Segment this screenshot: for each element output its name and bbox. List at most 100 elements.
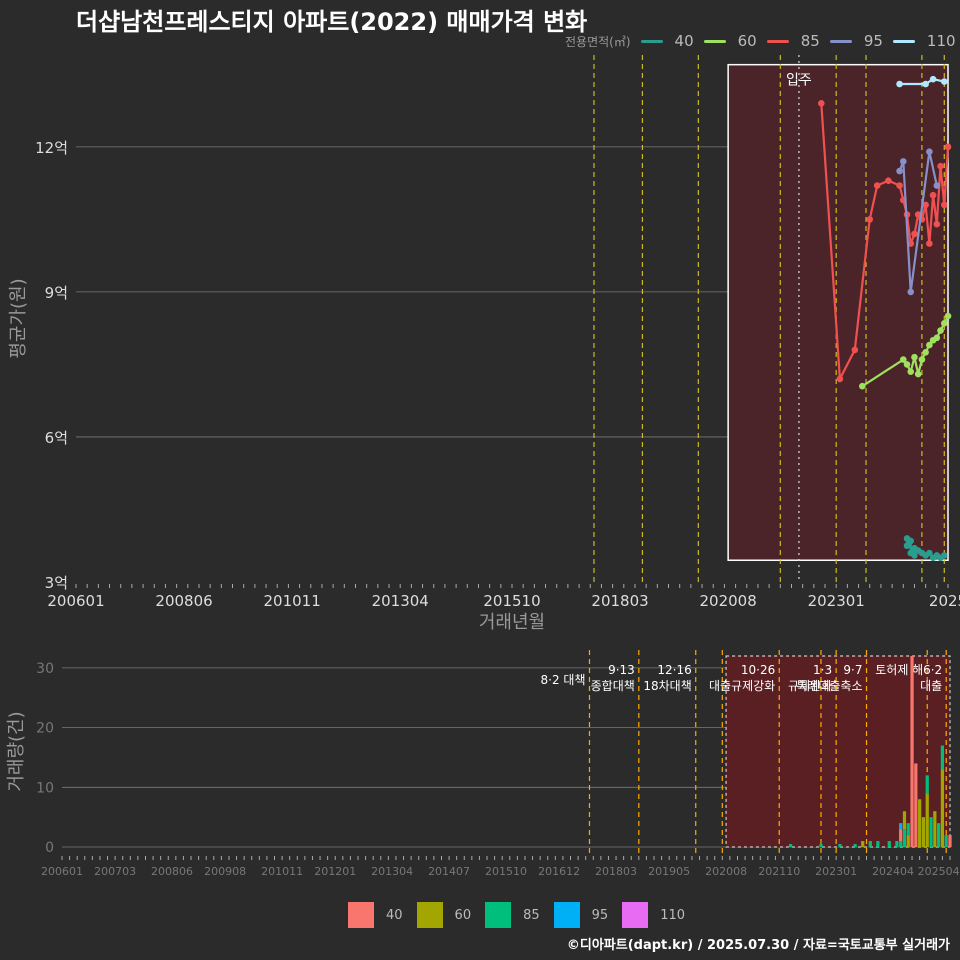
volume-panel: 0 10 20 30 8·2 대책 9·13종합대책 12·1618차대책 10·26 대출규제… — [6, 650, 960, 878]
movein-label: 입주 — [786, 73, 812, 89]
volume-legend-label-85: 85 — [523, 907, 540, 923]
volume-y-tick-label: 30 — [36, 661, 54, 677]
volume-bar-40 — [910, 655, 914, 848]
price-point-60 — [918, 356, 926, 363]
price-point-60 — [937, 327, 944, 334]
volume-x-minor-ticks — [61, 856, 951, 860]
volume-bar-85 — [853, 844, 857, 848]
volume-bar-40 — [948, 835, 952, 848]
volume-legend-item-95: 95 — [553, 902, 609, 928]
price-point-85 — [866, 216, 874, 223]
volume-legend-item-60: 60 — [416, 902, 471, 928]
price-point-60 — [922, 349, 929, 356]
volume-bar-60 — [918, 799, 922, 848]
volume-annotation: 종합대책 — [591, 678, 635, 693]
volume-x-tick-label: 202008 — [705, 865, 747, 878]
volume-y-tick-label: 0 — [45, 840, 54, 856]
price-point-60 — [940, 320, 948, 327]
volume-legend-swatch-95 — [553, 902, 580, 928]
price-x-tick-label: 201304 — [372, 592, 429, 610]
chart-svg: 3억 6억 9억 12억 입주 200601 200806 201011 201304 20151… — [6, 55, 960, 878]
volume-legend-label-40: 40 — [386, 907, 403, 923]
volume-x-tick-label: 201803 — [595, 865, 637, 878]
volume-bar-85 — [929, 817, 933, 848]
volume-bar-60 — [940, 769, 945, 848]
price-point-85 — [944, 143, 952, 151]
price-point-85 — [836, 375, 844, 383]
volume-bar-40 — [899, 829, 903, 842]
volume-annotation: 9·7 — [843, 663, 862, 677]
volume-x-tick-label: 201304 — [371, 865, 413, 878]
volume-legend-label-110: 110 — [660, 907, 686, 923]
price-point-95 — [907, 288, 915, 296]
price-point-60 — [914, 370, 922, 378]
price-point-60 — [903, 361, 911, 368]
price-point-60 — [907, 368, 915, 375]
volume-bar-85 — [876, 841, 880, 848]
volume-annotation: 12·16 — [657, 663, 691, 677]
volume-annotation: 10·26 — [741, 663, 775, 677]
price-y-tick-label: 3억 — [45, 574, 68, 592]
price-point-110 — [940, 78, 948, 85]
volume-legend: 40 60 85 95 110 — [348, 901, 699, 929]
volume-x-tick-label: 200908 — [204, 865, 246, 878]
price-x-tick-label: 201510 — [483, 592, 540, 610]
price-y-tick-label: 6억 — [45, 429, 68, 447]
volume-x-tick-label: 202110 — [758, 865, 800, 878]
volume-bar-85 — [887, 841, 891, 848]
price-y-tick-label: 9억 — [45, 284, 68, 302]
price-point-110 — [922, 80, 929, 88]
price-point-85 — [937, 162, 944, 170]
volume-bar-85 — [838, 844, 842, 848]
volume-bar-60 — [925, 793, 929, 848]
price-point-40 — [907, 537, 915, 545]
volume-bar-85 — [940, 745, 945, 770]
volume-annotation: 대출 — [920, 679, 942, 693]
price-point-60 — [933, 334, 941, 342]
volume-legend-swatch-110 — [622, 902, 649, 928]
volume-annotation: 대출규제강화 — [709, 679, 775, 693]
price-point-110 — [929, 75, 937, 83]
volume-bar-85 — [789, 844, 793, 848]
price-point-95 — [896, 167, 903, 175]
price-point-85 — [929, 191, 937, 199]
price-point-85 — [933, 220, 941, 228]
price-point-60 — [858, 382, 866, 390]
volume-legend-swatch-40 — [348, 902, 374, 928]
price-x-axis-title: 거래년월 — [479, 612, 545, 633]
volume-bar-85 — [868, 841, 872, 848]
volume-x-tick-label: 201011 — [261, 865, 303, 878]
volume-bar-85 — [902, 829, 907, 848]
volume-x-tick-label: 202504 — [918, 865, 960, 878]
price-point-85 — [926, 240, 933, 247]
volume-legend-label-95: 95 — [591, 907, 609, 923]
volume-x-tick-label: 202404 — [872, 865, 914, 878]
price-point-85 — [817, 100, 825, 107]
volume-bar-60 — [861, 841, 865, 848]
volume-y-axis-title: 거래량(건) — [6, 711, 27, 791]
price-point-85 — [911, 230, 918, 238]
volume-x-tick-label: 201510 — [485, 865, 527, 878]
volume-x-tick-label: 200601 — [41, 865, 83, 878]
volume-bar-40 — [914, 763, 918, 848]
volume-x-tick-label: 202301 — [815, 865, 857, 878]
volume-y-tick-label: 20 — [36, 721, 54, 737]
volume-bar-60 — [921, 817, 926, 848]
price-highlight-box — [727, 63, 949, 561]
volume-bar-85 — [944, 835, 948, 848]
volume-bar-85 — [906, 823, 910, 836]
volume-bar-85 — [937, 823, 941, 848]
price-x-tick-label: 201011 — [264, 592, 321, 610]
volume-legend-item-85: 85 — [485, 902, 540, 928]
source-caption: ©디아파트(dapt.kr) / 2025.07.30 / 자료=국토교통부 실… — [566, 938, 950, 953]
price-point-60 — [944, 312, 952, 320]
volume-legend-item-40: 40 — [348, 902, 403, 928]
price-panel: 3억 6억 9억 12억 입주 200601 200806 201011 201304 20151… — [8, 55, 960, 633]
volume-x-tick-label: 200806 — [151, 865, 193, 878]
price-point-85 — [851, 346, 859, 354]
price-x-tick-label: 2025 — [929, 592, 960, 610]
price-y-axis-title: 평균가(원) — [8, 278, 29, 358]
price-point-95 — [926, 148, 933, 155]
volume-annotation: 8·2 대책 — [541, 672, 586, 687]
price-point-85 — [873, 182, 881, 189]
